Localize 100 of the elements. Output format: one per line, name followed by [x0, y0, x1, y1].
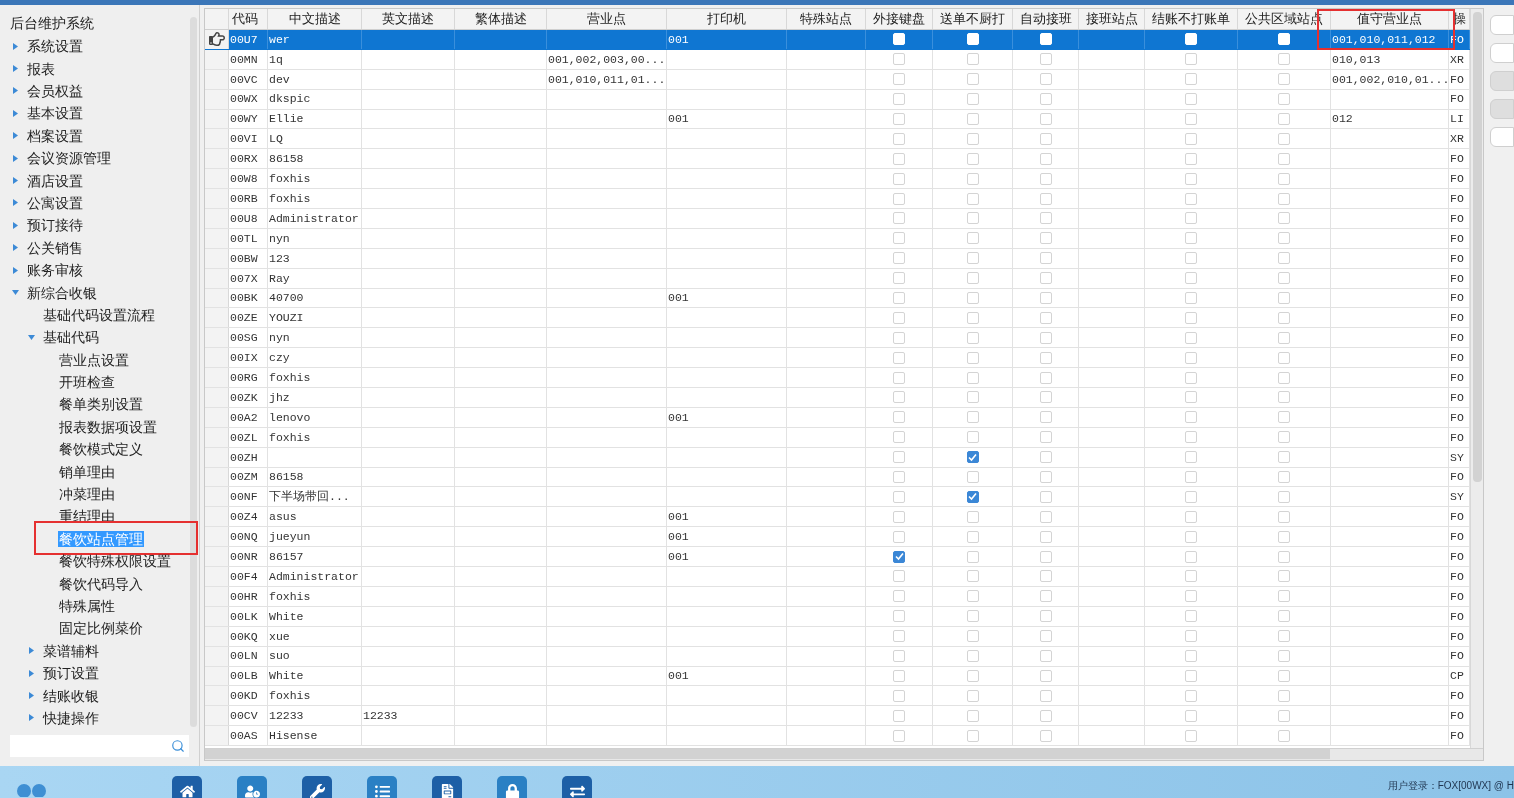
row-header-cell[interactable]: [205, 527, 229, 547]
horizontal-scrollbar[interactable]: [205, 748, 1483, 760]
caret-right-icon[interactable]: [28, 692, 35, 699]
lock-button[interactable]: [497, 776, 527, 798]
checkbox[interactable]: [966, 451, 979, 464]
checkbox[interactable]: [966, 490, 979, 503]
table-row[interactable]: 00RX 86158 FO: [205, 149, 1470, 170]
table-row[interactable]: 00WY Ellie 001 012 LI: [205, 109, 1470, 130]
table-row[interactable]: 00NR 86157 001 FO: [205, 547, 1470, 568]
tree-item[interactable]: 档案设置: [26, 127, 84, 144]
column-header[interactable]: 代码: [229, 9, 268, 29]
tree-item[interactable]: 菜谱辅料: [42, 642, 100, 659]
table-row[interactable]: 00VC dev 001,010,011,01... 001,002,010,01...FO: [205, 69, 1470, 90]
caret-right-icon[interactable]: [28, 669, 35, 677]
column-header[interactable]: 送单不厨打: [933, 9, 1013, 29]
table-row[interactable]: 00ZH SY: [205, 447, 1470, 468]
table-row[interactable]: 00VI LQ XR: [205, 129, 1470, 150]
table-row[interactable]: 00IX czy FO: [205, 348, 1470, 369]
table-row[interactable]: 00BW 123 FO: [205, 248, 1470, 269]
tree-item[interactable]: 会议资源管理: [26, 150, 112, 167]
table-row[interactable]: 00LN suo FO: [205, 646, 1470, 667]
table-row[interactable]: 00W8 foxhis FO: [205, 169, 1470, 190]
caret-right-icon[interactable]: [12, 199, 19, 207]
caret-right-icon[interactable]: [12, 109, 19, 117]
row-header-cell[interactable]: [205, 30, 229, 49]
column-header[interactable]: 外接键盘: [866, 9, 933, 29]
tree-item[interactable]: 报表: [26, 60, 56, 77]
caret-right-icon[interactable]: [28, 647, 35, 655]
tree-item[interactable]: 系统设置: [26, 38, 84, 55]
caret-right-icon[interactable]: [12, 65, 19, 73]
side-button[interactable]: [1490, 99, 1514, 119]
tree-item[interactable]: 预订设置: [42, 665, 100, 682]
table-row[interactable]: 00ZM 86158 FO: [205, 467, 1470, 488]
search-icon[interactable]: [171, 739, 185, 753]
table-row[interactable]: 00U8 Administrator FO: [205, 209, 1470, 229]
table-row[interactable]: 00TL nyn FO: [205, 228, 1470, 249]
table-row[interactable]: 00NF 下半场带回... SY: [205, 487, 1470, 508]
tree-item[interactable]: 结账收银: [42, 687, 100, 704]
tree-item[interactable]: 餐单类别设置: [58, 396, 144, 413]
column-header[interactable]: 值守营业点: [1331, 9, 1449, 29]
table-row[interactable]: 00BK 40700 001 FO: [205, 288, 1470, 309]
column-header[interactable]: 打印机: [667, 9, 787, 29]
side-button[interactable]: [1490, 71, 1514, 91]
table-row[interactable]: 00RB foxhis FO: [205, 189, 1470, 209]
table-row[interactable]: 00CV 12233 12233 FO: [205, 706, 1470, 727]
caret-right-icon[interactable]: [12, 266, 19, 274]
caret-right-icon[interactable]: [12, 221, 19, 229]
tree-item[interactable]: 销单理由: [58, 463, 116, 480]
row-header-cell[interactable]: [205, 129, 229, 149]
caret-right-icon[interactable]: [12, 132, 19, 140]
tree-item[interactable]: 餐饮特殊权限设置: [58, 553, 172, 570]
caret-down-icon[interactable]: [28, 333, 35, 341]
table-row[interactable]: 00ZK jhz FO: [205, 388, 1470, 408]
table-row[interactable]: 00RG foxhis FO: [205, 368, 1470, 389]
tree-item[interactable]: 报表数据项设置: [58, 418, 158, 435]
row-header-cell[interactable]: [205, 209, 229, 228]
tree-item[interactable]: 酒店设置: [26, 172, 84, 189]
caret-right-icon[interactable]: [12, 154, 19, 162]
list-button[interactable]: [367, 776, 397, 798]
document-clock-button[interactable]: [432, 776, 462, 798]
table-row[interactable]: 00ZE YOUZI FO: [205, 308, 1470, 329]
table-row[interactable]: 00Z4 asus 001 FO: [205, 507, 1470, 528]
tree-item[interactable]: 特殊属性: [58, 597, 116, 614]
caret-right-icon[interactable]: [12, 42, 19, 50]
side-button[interactable]: [1490, 127, 1514, 147]
row-header-cell[interactable]: [205, 686, 229, 706]
table-row[interactable]: 00ZL foxhis FO: [205, 427, 1470, 448]
table-row[interactable]: 00HR foxhis FO: [205, 586, 1470, 607]
search-field[interactable]: [10, 735, 189, 757]
caret-right-icon[interactable]: [12, 177, 19, 185]
table-row[interactable]: 00F4 Administrator FO: [205, 567, 1470, 587]
row-header-cell[interactable]: [205, 487, 229, 507]
column-header[interactable]: 接班站点: [1079, 9, 1145, 29]
tree-item[interactable]: 账务审核: [26, 262, 84, 279]
table-row[interactable]: 007X Ray FO: [205, 268, 1470, 289]
tree-item[interactable]: 公寓设置: [26, 194, 84, 211]
tree-item[interactable]: 开班检查: [58, 374, 116, 391]
tree-item[interactable]: 基本设置: [26, 105, 84, 122]
row-header-cell[interactable]: [205, 547, 229, 567]
table-row[interactable]: 00NQ jueyun 001 FO: [205, 527, 1470, 548]
checkbox[interactable]: [893, 550, 905, 563]
table-row[interactable]: 00AS Hisense FO: [205, 726, 1470, 747]
vertical-scrollbar[interactable]: [1470, 9, 1483, 748]
table-row[interactable]: 00LB White 001 CP: [205, 666, 1470, 687]
column-header[interactable]: 结账不打账单: [1145, 9, 1238, 29]
column-header[interactable]: 英文描述: [362, 9, 455, 29]
row-header-cell[interactable]: [205, 149, 229, 169]
caret-down-icon[interactable]: [12, 289, 19, 296]
tree-item[interactable]: 会员权益: [26, 83, 84, 99]
user-clock-button[interactable]: [237, 776, 267, 798]
column-header[interactable]: 自动接班: [1013, 9, 1079, 29]
tree-item[interactable]: 预订接待: [26, 217, 84, 234]
column-header[interactable]: 特殊站点: [787, 9, 866, 29]
row-header-cell[interactable]: [205, 388, 229, 407]
row-header-cell[interactable]: [205, 567, 229, 586]
tree-item[interactable]: 餐饮代码导入: [58, 575, 144, 592]
table-row[interactable]: 00SG nyn FO: [205, 328, 1470, 349]
column-header[interactable]: 中文描述: [268, 9, 362, 29]
table-row[interactable]: 00LK White FO: [205, 606, 1470, 627]
tree-item[interactable]: 营业点设置: [58, 351, 130, 368]
